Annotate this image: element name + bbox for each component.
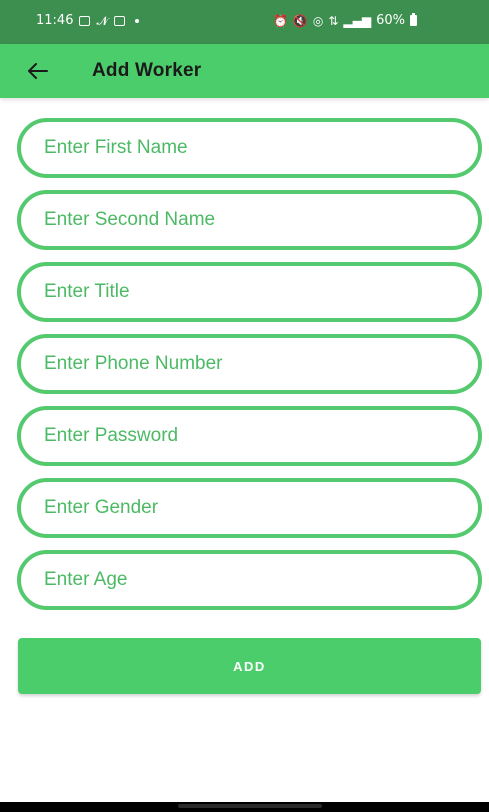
add-worker-form: [17, 118, 482, 622]
add-button[interactable]: ADD: [18, 638, 481, 694]
alarm-icon: ⏰: [272, 13, 288, 28]
status-right: ⏰ 🔇 ◎ ⇅ ▂▄▆ 60%: [273, 13, 417, 28]
arrow-left-icon: [28, 63, 48, 79]
phone-number-field[interactable]: [17, 334, 482, 394]
back-button[interactable]: [24, 57, 52, 85]
system-nav-bar: [0, 802, 489, 812]
image-notification-icon: [79, 15, 91, 26]
status-bar: 11:46 𝓝 ⏰ 🔇 ◎ ⇅ ▂▄▆ 60%: [0, 0, 489, 44]
mute-icon: 🔇: [292, 13, 308, 28]
gender-field[interactable]: [17, 478, 482, 538]
n-app-notification-icon: 𝓝: [96, 13, 108, 28]
network-type-icon: ⇅: [328, 13, 339, 28]
app-bar: Add Worker: [0, 44, 489, 98]
second-name-field[interactable]: [17, 190, 482, 250]
status-left: 11:46 𝓝: [36, 13, 139, 28]
more-notifications-dot-icon: [134, 18, 139, 23]
hotspot-icon: ◎: [312, 13, 324, 28]
mail-notification-icon: [113, 15, 125, 26]
password-field[interactable]: [17, 406, 482, 466]
age-field[interactable]: [17, 550, 482, 610]
battery-icon: [410, 13, 417, 26]
page-title: Add Worker: [92, 60, 202, 81]
battery-percentage: 60%: [376, 13, 405, 28]
signal-icon: ▂▄▆: [343, 13, 372, 28]
title-field[interactable]: [17, 262, 482, 322]
first-name-field[interactable]: [17, 118, 482, 178]
status-time: 11:46: [36, 13, 74, 28]
home-gesture-handle[interactable]: [178, 804, 322, 808]
